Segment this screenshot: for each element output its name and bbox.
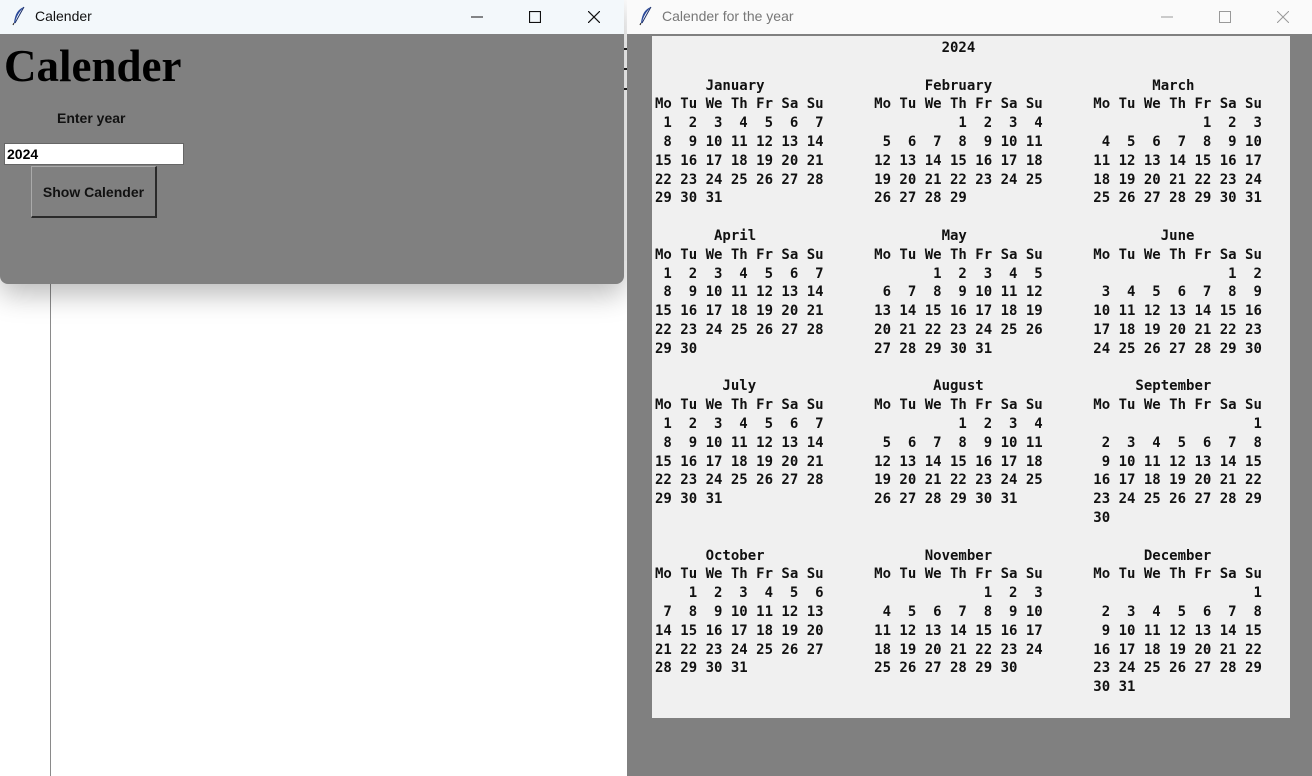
app-heading: Calender: [4, 41, 182, 91]
year-label: Enter year: [57, 110, 126, 126]
main-window: Calender Calender Enter year Show Calend…: [0, 0, 624, 284]
calendar-text: 2024 January February March Mo Tu We Th …: [655, 40, 1262, 696]
feather-icon: [12, 6, 25, 26]
close-icon: [588, 11, 600, 23]
minimize-icon: [471, 16, 483, 18]
close-button[interactable]: [1254, 0, 1312, 34]
minimize-button[interactable]: [1138, 0, 1196, 34]
main-window-title: Calender: [35, 8, 92, 24]
maximize-icon: [1219, 11, 1231, 23]
close-icon: [1277, 11, 1289, 23]
minimize-button[interactable]: [448, 0, 506, 34]
maximize-icon: [529, 11, 541, 23]
minimize-icon: [1161, 16, 1173, 18]
feather-icon: [639, 6, 652, 26]
background-divider: [50, 284, 51, 776]
main-window-titlebar[interactable]: Calender: [0, 0, 624, 34]
calendar-display: 2024 January February March Mo Tu We Th …: [652, 36, 1290, 718]
show-calender-button[interactable]: Show Calender: [31, 166, 157, 218]
calendar-window: Calender for the year 2024 January Febru…: [627, 0, 1312, 776]
calendar-window-titlebar[interactable]: Calender for the year: [627, 0, 1312, 34]
year-input[interactable]: [4, 143, 184, 165]
maximize-button[interactable]: [506, 0, 564, 34]
close-button[interactable]: [565, 0, 623, 34]
maximize-button[interactable]: [1196, 0, 1254, 34]
calendar-window-title: Calender for the year: [662, 8, 794, 24]
